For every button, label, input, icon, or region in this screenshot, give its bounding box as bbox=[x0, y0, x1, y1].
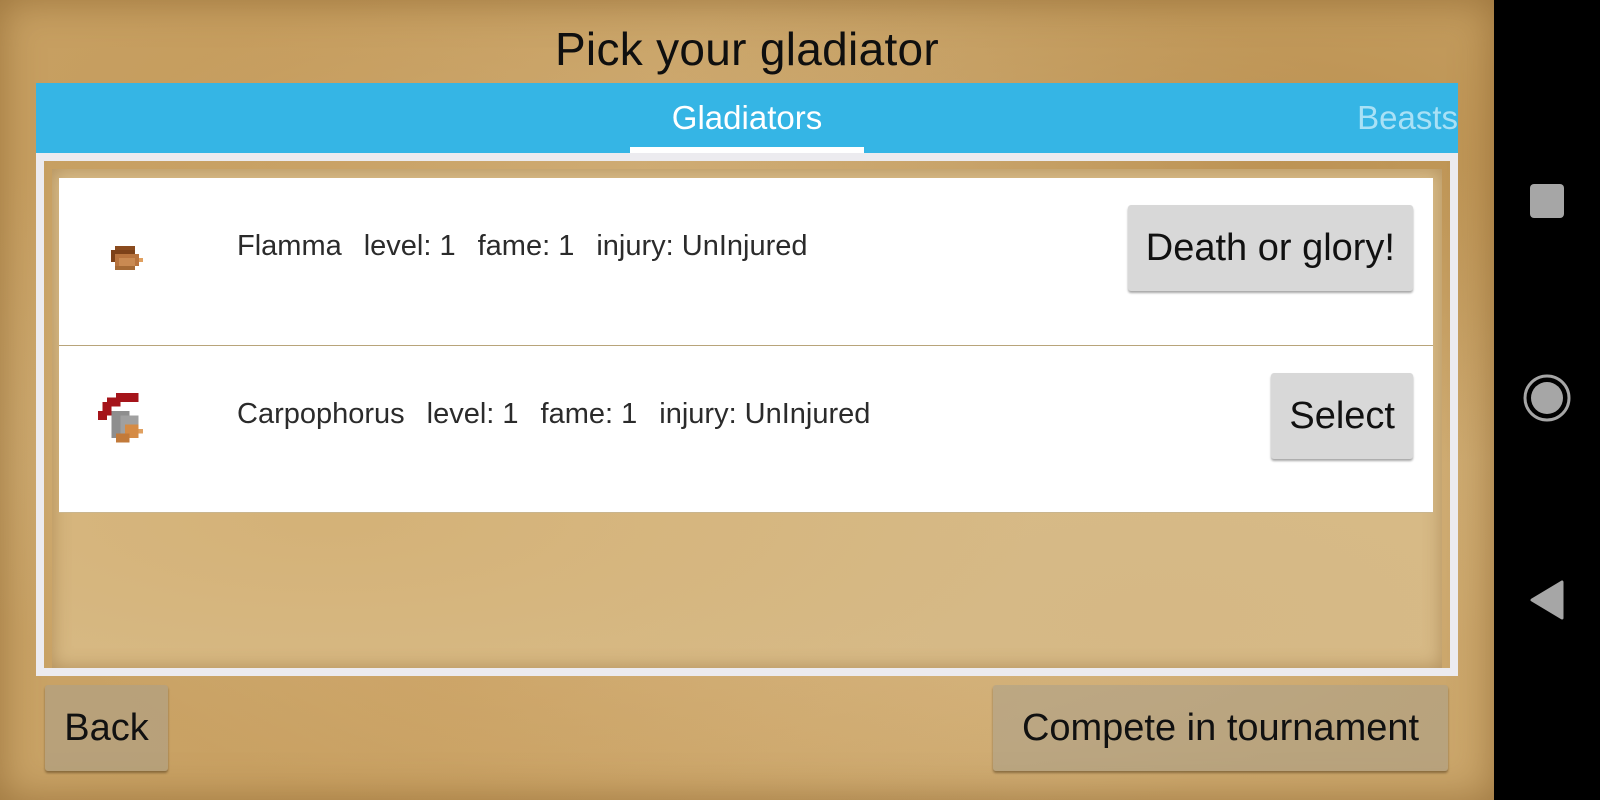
gladiator-level: level: 1 bbox=[426, 398, 519, 430]
gladiator-row: Carpophorus level: 1 fame: 1 injury: UnInju… bbox=[59, 346, 1433, 513]
tab-bar: Gladiators Beasts bbox=[36, 83, 1458, 153]
home-button[interactable] bbox=[1494, 358, 1600, 438]
triangle-back-icon bbox=[1530, 580, 1564, 620]
gladiator-injury: injury: UnInjured bbox=[596, 230, 808, 262]
gladiator-list: Flamma level: 1 fame: 1 injury: UnInjured D… bbox=[59, 178, 1433, 513]
system-back-button[interactable] bbox=[1494, 560, 1600, 640]
page-title: Pick your gladiator bbox=[554, 23, 940, 75]
gladiator-info: Flamma level: 1 fame: 1 injury: UnInjured bbox=[237, 230, 830, 263]
crested-helmet-gladiator-icon bbox=[98, 393, 143, 443]
bare-head-gladiator-icon bbox=[111, 246, 143, 270]
tab-gladiators[interactable]: Gladiators bbox=[630, 83, 864, 153]
gladiator-injury: injury: UnInjured bbox=[659, 398, 871, 430]
gladiator-name: Flamma bbox=[237, 230, 342, 262]
game-screen: Pick your gladiator Gladiators Beasts Fl… bbox=[0, 0, 1494, 800]
gladiator-row: Flamma level: 1 fame: 1 injury: UnInjured D… bbox=[59, 178, 1433, 346]
circle-icon bbox=[1523, 374, 1571, 422]
back-button[interactable]: Back bbox=[45, 685, 168, 771]
system-navigation-bar bbox=[1494, 0, 1600, 800]
compete-in-tournament-button[interactable]: Compete in tournament bbox=[993, 685, 1448, 771]
gladiator-name: Carpophorus bbox=[237, 398, 405, 430]
recents-button[interactable] bbox=[1494, 160, 1600, 240]
square-icon bbox=[1530, 184, 1564, 218]
select-button[interactable]: Select bbox=[1271, 373, 1413, 459]
gladiator-level: level: 1 bbox=[363, 230, 456, 262]
tab-beasts[interactable]: Beasts bbox=[1357, 83, 1458, 153]
gladiator-fame: fame: 1 bbox=[540, 398, 638, 430]
death-or-glory-button[interactable]: Death or glory! bbox=[1127, 205, 1413, 291]
gladiator-info: Carpophorus level: 1 fame: 1 injury: UnInju… bbox=[237, 398, 892, 431]
gladiator-fame: fame: 1 bbox=[477, 230, 575, 262]
